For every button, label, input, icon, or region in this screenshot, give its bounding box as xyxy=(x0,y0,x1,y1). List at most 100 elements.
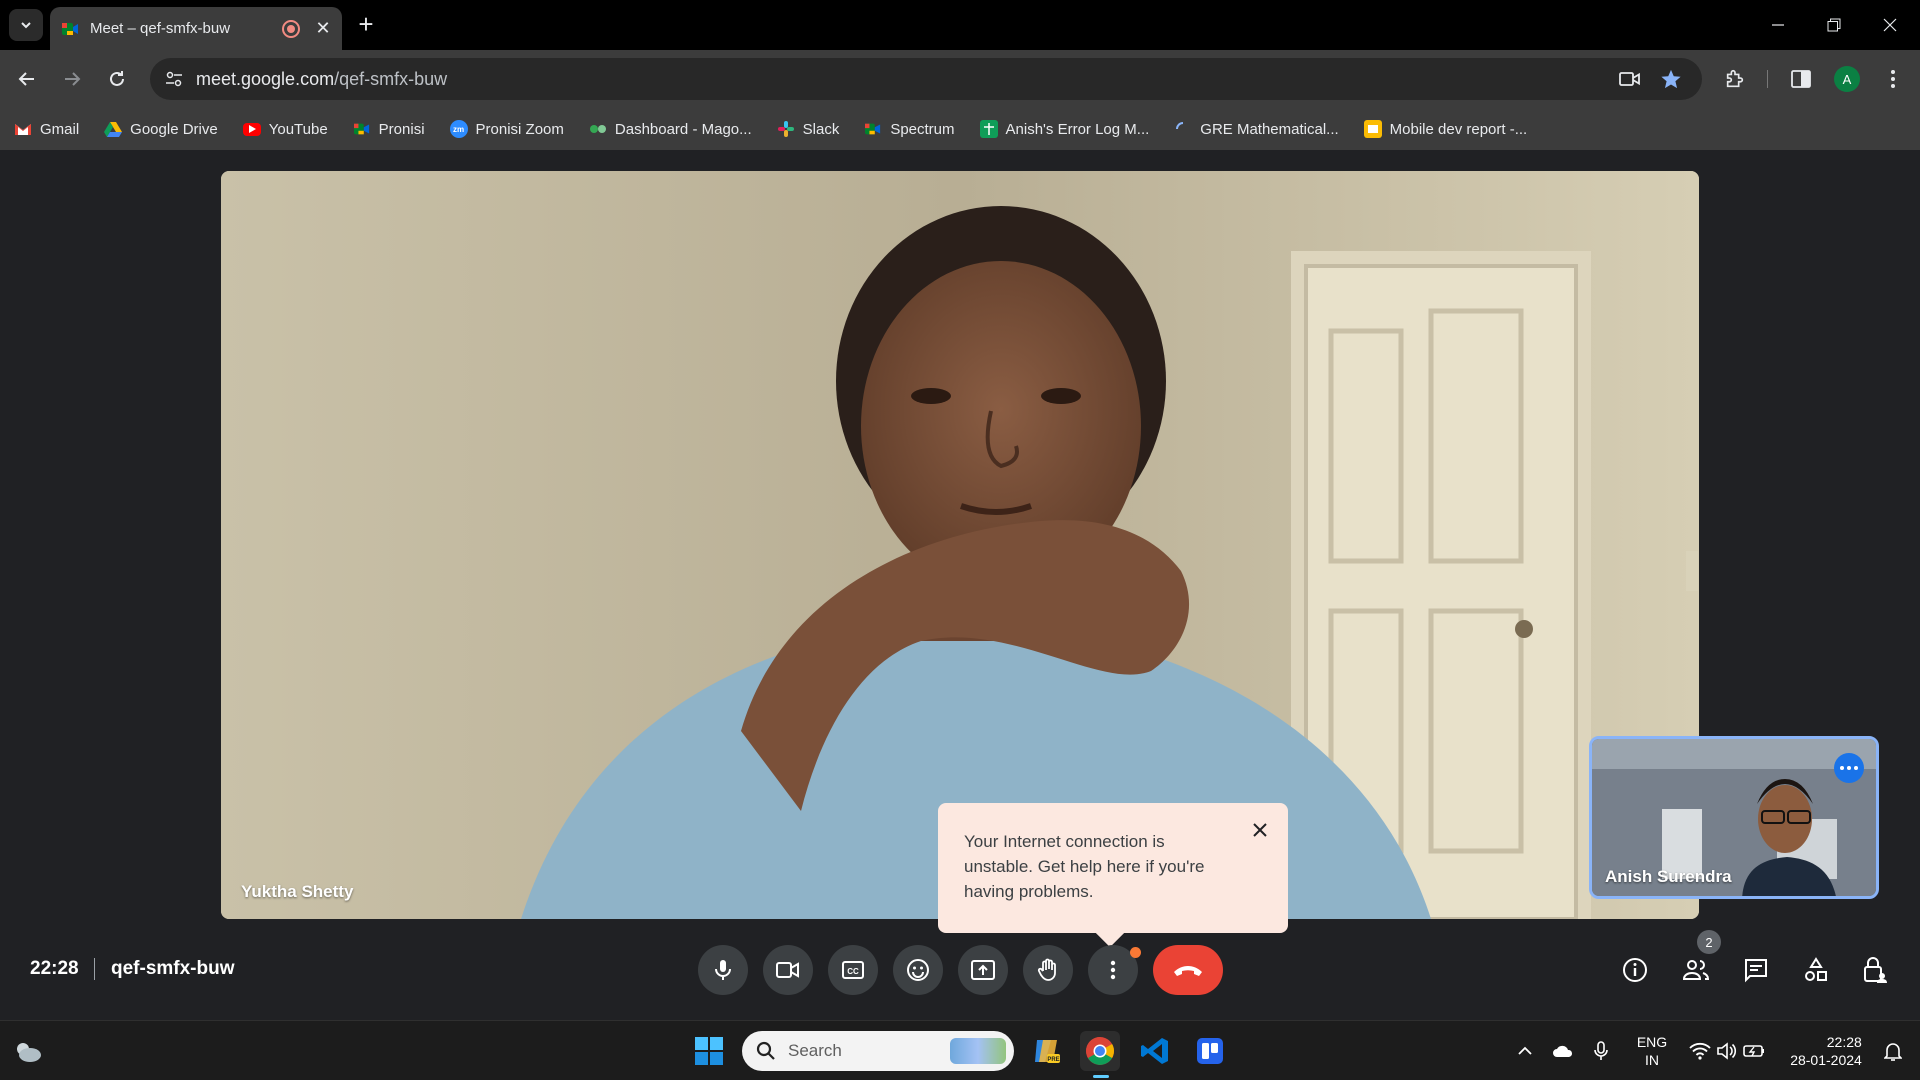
clock[interactable]: 22:28 28-01-2024 xyxy=(1780,1021,1872,1080)
microphone-button[interactable] xyxy=(698,945,748,995)
reactions-button[interactable] xyxy=(893,945,943,995)
present-screen-button[interactable] xyxy=(958,945,1008,995)
chat-button[interactable] xyxy=(1731,945,1781,995)
microphone-tray[interactable] xyxy=(1586,1021,1616,1080)
profile-button[interactable]: A xyxy=(1831,63,1863,95)
connection-warning-toast[interactable]: Your Internet connection is unstable. Ge… xyxy=(938,803,1288,948)
lock-person-icon xyxy=(1864,957,1887,983)
svg-text:PRE: PRE xyxy=(1047,1057,1059,1063)
toolbar-divider xyxy=(1767,70,1768,88)
reload-button[interactable] xyxy=(101,63,133,95)
browser-menu-button[interactable] xyxy=(1877,63,1909,95)
extensions-button[interactable] xyxy=(1719,63,1751,95)
bookmark-spectrum[interactable]: Spectrum xyxy=(864,120,955,138)
tab-strip: Meet – qef-smfx-buw ✕ + xyxy=(0,0,1920,50)
tab-title: Meet – qef-smfx-buw xyxy=(90,20,231,37)
side-panel-icon xyxy=(1791,70,1811,88)
people-count-badge: 2 xyxy=(1697,930,1721,954)
show-hidden-icons-button[interactable] xyxy=(1510,1021,1540,1080)
copilot-icon: PRE xyxy=(1035,1040,1060,1063)
restore-button[interactable] xyxy=(1806,0,1862,50)
bookmark-pronisi-zoom[interactable]: zm Pronisi Zoom xyxy=(449,120,564,138)
back-button[interactable] xyxy=(11,63,43,95)
kebab-menu-icon xyxy=(1110,960,1116,980)
site-info-icon[interactable] xyxy=(162,67,186,91)
wifi-icon xyxy=(1689,1042,1711,1060)
toast-close-button[interactable] xyxy=(1248,818,1272,842)
hand-icon xyxy=(1037,958,1056,981)
active-app-indicator xyxy=(1093,1075,1109,1078)
todo-app[interactable] xyxy=(1190,1031,1230,1071)
emoji-icon xyxy=(907,959,929,981)
vscode-app[interactable] xyxy=(1135,1031,1175,1071)
input-language[interactable]: ENG IN xyxy=(1630,1021,1674,1080)
search-highlight-image xyxy=(950,1038,1006,1064)
close-window-button[interactable] xyxy=(1862,0,1918,50)
quick-settings[interactable] xyxy=(1682,1021,1772,1080)
notification-dot xyxy=(1130,947,1141,958)
taskbar-search[interactable]: Search xyxy=(742,1031,1014,1071)
url-host: meet.google.com xyxy=(196,69,335,89)
meet-favicon-icon xyxy=(62,22,78,35)
meeting-details-button[interactable] xyxy=(1610,945,1660,995)
language-code: ENG xyxy=(1636,1034,1668,1050)
gmail-icon xyxy=(14,120,32,138)
chrome-icon xyxy=(1086,1037,1114,1065)
meeting-divider xyxy=(94,958,95,980)
minimize-button[interactable] xyxy=(1750,0,1806,50)
bookmark-gmail[interactable]: Gmail xyxy=(14,120,79,138)
raise-hand-button[interactable] xyxy=(1023,945,1073,995)
restore-icon xyxy=(1827,18,1841,32)
self-view-more-button[interactable] xyxy=(1834,753,1864,783)
bookmark-error-log[interactable]: Anish's Error Log M... xyxy=(979,120,1149,138)
present-icon xyxy=(971,960,995,980)
puzzle-icon xyxy=(1726,69,1744,88)
tab-close-icon[interactable]: ✕ xyxy=(314,18,332,39)
address-bar[interactable]: meet.google.com/qef-smfx-buw xyxy=(150,58,1702,100)
drive-icon xyxy=(104,120,123,138)
notifications-button[interactable] xyxy=(1876,1021,1910,1080)
microphone-icon xyxy=(1594,1041,1608,1060)
slides-icon xyxy=(1363,120,1382,138)
bookmark-slack[interactable]: Slack xyxy=(777,120,839,138)
host-controls-button[interactable] xyxy=(1850,945,1900,995)
bookmark-google-drive[interactable]: Google Drive xyxy=(104,120,218,138)
hang-up-icon xyxy=(1174,966,1202,976)
todo-icon xyxy=(1197,1038,1223,1064)
tab-search-button[interactable] xyxy=(9,9,43,41)
camera-button[interactable] xyxy=(763,945,813,995)
active-tab[interactable]: Meet – qef-smfx-buw ✕ xyxy=(50,7,342,50)
bookmark-youtube[interactable]: YouTube xyxy=(242,121,328,138)
activities-button[interactable] xyxy=(1791,945,1841,995)
activities-icon xyxy=(1805,957,1827,981)
youtube-icon xyxy=(242,122,261,136)
main-participant-name: Yuktha Shetty xyxy=(241,882,354,901)
camera-in-use-icon[interactable] xyxy=(1618,67,1642,91)
copilot-app[interactable]: PRE xyxy=(1026,1031,1066,1071)
closed-captions-icon: CC xyxy=(842,961,864,979)
bookmark-gre[interactable]: GRE Mathematical... xyxy=(1174,120,1339,138)
weather-widget[interactable] xyxy=(8,1031,48,1071)
vscode-icon xyxy=(1141,1038,1168,1064)
bookmark-star-icon[interactable] xyxy=(1659,67,1683,91)
captions-button[interactable]: CC xyxy=(828,945,878,995)
self-participant-name: Anish Surendra xyxy=(1605,867,1732,886)
close-icon xyxy=(1883,18,1897,32)
toast-pointer xyxy=(1095,918,1125,948)
new-tab-button[interactable]: + xyxy=(352,10,380,38)
bookmark-pronisi[interactable]: Pronisi xyxy=(353,120,425,138)
forward-button[interactable] xyxy=(56,63,88,95)
meet-icon xyxy=(864,120,882,138)
close-icon xyxy=(1253,823,1267,837)
chrome-app[interactable] xyxy=(1080,1031,1120,1071)
battery-charging-icon xyxy=(1743,1045,1764,1057)
bookmark-mobile-dev[interactable]: Mobile dev report -... xyxy=(1363,120,1527,138)
self-view-tile[interactable]: Anish Surendra xyxy=(1589,736,1879,899)
slack-icon xyxy=(777,120,795,138)
zoom-icon: zm xyxy=(449,120,468,138)
onedrive-tray[interactable] xyxy=(1548,1021,1578,1080)
start-button[interactable] xyxy=(689,1031,729,1071)
side-panel-button[interactable] xyxy=(1785,63,1817,95)
leave-call-button[interactable] xyxy=(1153,945,1223,995)
bookmark-dashboard[interactable]: Dashboard - Mago... xyxy=(589,120,752,138)
